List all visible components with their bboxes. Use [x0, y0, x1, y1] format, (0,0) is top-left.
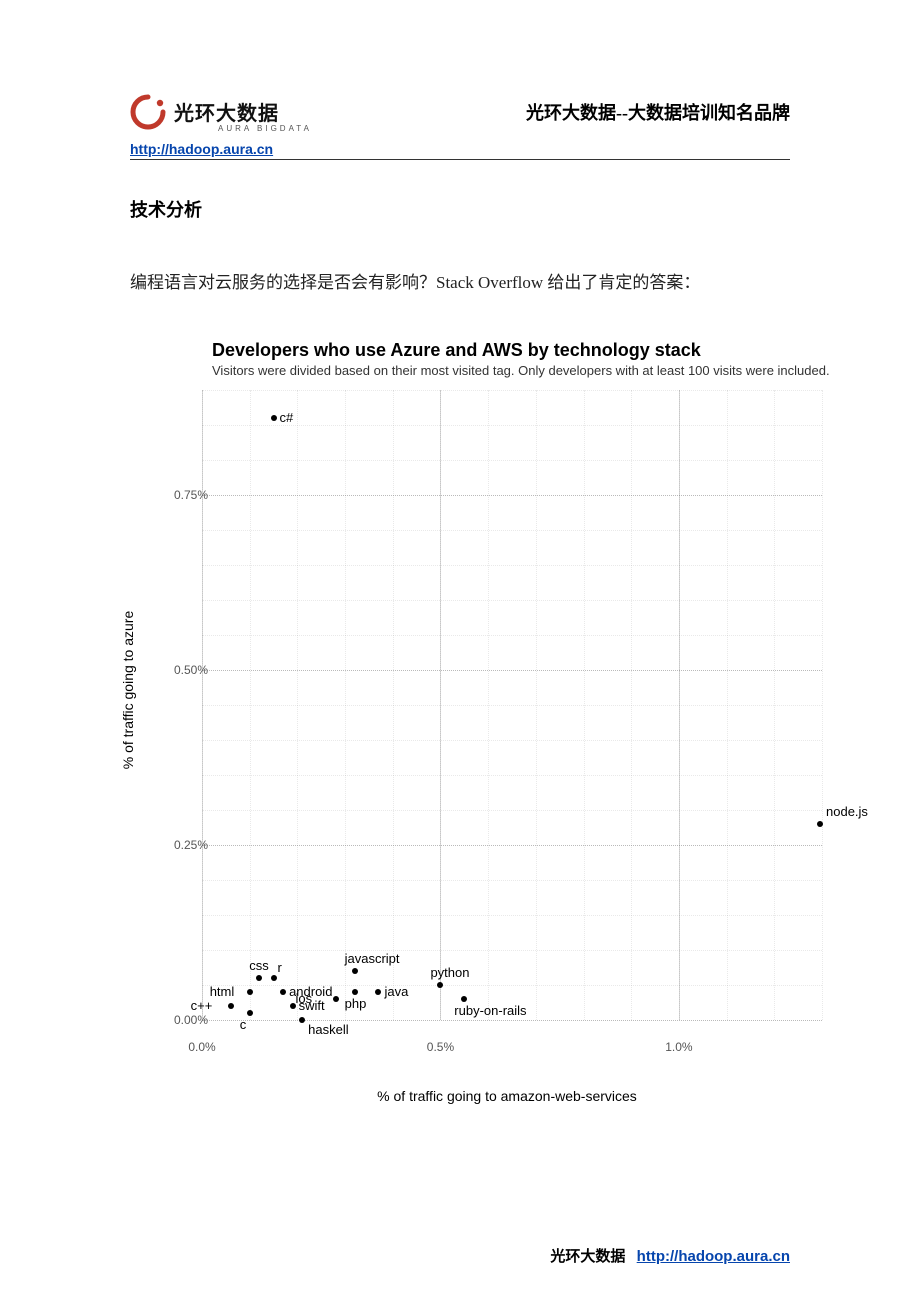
gridline-minor-h	[202, 950, 822, 951]
gridline-minor-h	[202, 495, 822, 496]
gridline-minor-h	[202, 530, 822, 531]
gridline-minor-h	[202, 670, 822, 671]
y-tick-label: 0.75%	[172, 488, 208, 502]
data-point	[437, 982, 443, 988]
data-point	[247, 1010, 253, 1016]
gridline-minor-h	[202, 390, 822, 391]
data-point	[271, 415, 277, 421]
section-heading: 技术分析	[130, 196, 202, 222]
data-point	[299, 1017, 305, 1023]
data-point-label: haskell	[308, 1022, 348, 1037]
header-url-link[interactable]: http://hadoop.aura.cn	[130, 141, 312, 157]
data-point	[333, 996, 339, 1002]
gridline-minor-h	[202, 460, 822, 461]
data-point-label: php	[345, 996, 367, 1011]
data-point-label: css	[249, 958, 269, 973]
y-tick-label: 0.50%	[172, 663, 208, 677]
x-tick-label: 0.0%	[188, 1040, 215, 1054]
gridline-minor-h	[202, 810, 822, 811]
plot-area: c#cssrhtmlandroidc++cswifthaskelliosjava…	[202, 390, 822, 1020]
x-tick-label: 1.0%	[665, 1040, 692, 1054]
data-point	[375, 989, 381, 995]
x-tick-label: 0.5%	[427, 1040, 454, 1054]
data-point-label: ruby-on-rails	[454, 1003, 526, 1018]
body-paragraph: 编程语言对云服务的选择是否会有影响？Stack Overflow 给出了肯定的答…	[130, 268, 790, 299]
gridline-minor-v	[822, 390, 823, 1020]
chart-container: Developers who use Azure and AWS by tech…	[132, 340, 882, 1100]
data-point-label: c#	[280, 410, 294, 425]
data-point	[256, 975, 262, 981]
chart-title: Developers who use Azure and AWS by tech…	[212, 340, 882, 361]
logo-text: 光环大数据	[174, 97, 312, 126]
logo-subtext: AURA BIGDATA	[218, 124, 312, 133]
data-point-label: html	[210, 984, 235, 999]
data-point-label: c	[240, 1017, 247, 1032]
data-point-label-outside: node.js	[826, 804, 868, 819]
data-point	[461, 996, 467, 1002]
data-point	[228, 1003, 234, 1009]
data-point-label: java	[384, 984, 408, 999]
chart-subtitle: Visitors were divided based on their mos…	[212, 363, 882, 378]
x-axis-label: % of traffic going to amazon-web-service…	[132, 1088, 882, 1104]
data-point-label: r	[278, 960, 282, 975]
footer-prefix: 光环大数据	[550, 1249, 625, 1265]
data-point	[352, 968, 358, 974]
gridline-minor-h	[202, 915, 822, 916]
gridline-minor-h	[202, 425, 822, 426]
logo-row: 光环大数据 AURA BIGDATA	[130, 94, 312, 135]
data-point	[271, 975, 277, 981]
data-point	[247, 989, 253, 995]
gridline-minor-h	[202, 880, 822, 881]
y-axis-label: % of traffic going to azure	[120, 610, 136, 769]
y-tick-label: 0.00%	[172, 1013, 208, 1027]
gridline-minor-h	[202, 1020, 822, 1021]
data-point-label: c++	[191, 998, 213, 1013]
brand-slogan: 光环大数据--大数据培训知名品牌	[526, 99, 790, 125]
gridline-minor-h	[202, 635, 822, 636]
page-header: 光环大数据 AURA BIGDATA http://hadoop.aura.cn…	[130, 80, 790, 160]
data-point-label: python	[430, 965, 469, 980]
page-footer: 光环大数据 http://hadoop.aura.cn	[550, 1245, 790, 1266]
aura-logo-icon	[130, 94, 166, 135]
data-point-label: ios	[296, 991, 313, 1006]
data-point	[352, 989, 358, 995]
footer-url-link[interactable]: http://hadoop.aura.cn	[637, 1248, 790, 1265]
y-tick-label: 0.25%	[172, 838, 208, 852]
gridline-minor-h	[202, 775, 822, 776]
logo-block: 光环大数据 AURA BIGDATA http://hadoop.aura.cn	[130, 94, 312, 157]
gridline-minor-h	[202, 565, 822, 566]
logo-text-block: 光环大数据 AURA BIGDATA	[174, 97, 312, 133]
data-point	[280, 989, 286, 995]
gridline-minor-h	[202, 600, 822, 601]
gridline-minor-h	[202, 705, 822, 706]
data-point	[817, 821, 823, 827]
gridline-minor-h	[202, 845, 822, 846]
data-point-label: javascript	[345, 951, 400, 966]
gridline-minor-h	[202, 740, 822, 741]
